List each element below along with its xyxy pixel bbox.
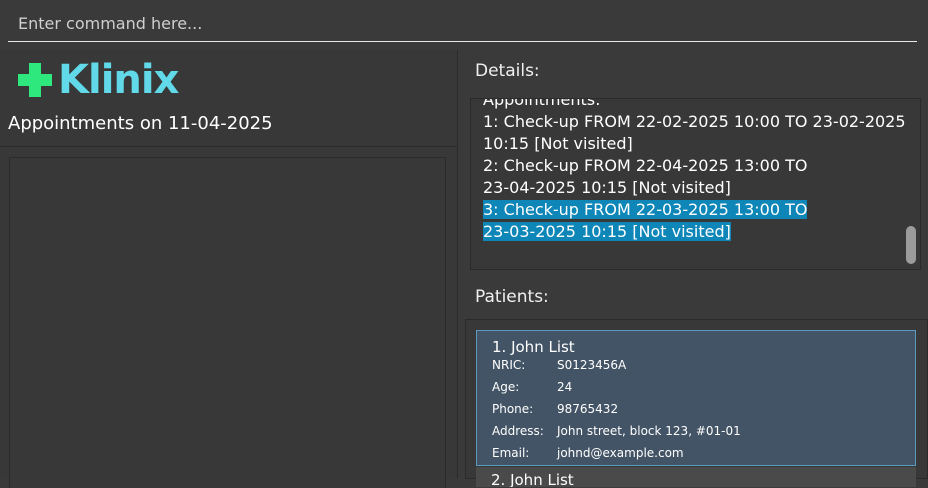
- nric-label: NRIC:: [492, 358, 526, 372]
- logo-text: Klinix: [58, 57, 179, 103]
- patient-card[interactable]: 2. John List: [476, 467, 916, 487]
- patients-label: Patients:: [475, 287, 549, 307]
- details-scrollbar[interactable]: [906, 226, 916, 264]
- details-label: Details:: [475, 61, 540, 81]
- email-value: johnd@example.com: [557, 446, 684, 460]
- selected-text: 3: Check-up FROM 22-03-2025 13:00 TO: [483, 200, 808, 219]
- age-label: Age:: [492, 380, 520, 394]
- selected-text: 23-03-2025 10:15 [Not visited]: [483, 222, 731, 241]
- appointments-title: Appointments on 11-04-2025: [8, 113, 273, 134]
- phone-label: Phone:: [492, 402, 534, 416]
- phone-value: 98765432: [557, 402, 619, 416]
- divider: [0, 146, 457, 147]
- nric-value: S0123456A: [557, 358, 627, 372]
- details-text: Appointments: 1: Check-up FROM 22-02-202…: [483, 98, 906, 243]
- details-line-selected: 3: Check-up FROM 22-03-2025 13:00 TO: [483, 199, 903, 221]
- email-label: Email:: [492, 446, 530, 460]
- address-value: John street, block 123, #01-01: [557, 424, 741, 438]
- patient-name: 2. John List: [491, 471, 574, 487]
- details-line: 10:15 [Not visited]: [483, 134, 633, 153]
- details-panel[interactable]: Appointments: 1: Check-up FROM 22-02-202…: [470, 98, 921, 270]
- details-line: Appointments:: [483, 98, 601, 109]
- patient-name: 1. John List: [492, 338, 575, 356]
- details-line-selected: 23-03-2025 10:15 [Not visited]: [483, 221, 903, 243]
- address-label: Address:: [492, 424, 544, 438]
- medical-cross-icon: [18, 63, 52, 97]
- command-bar: [0, 0, 928, 48]
- appointment-list[interactable]: [9, 157, 446, 488]
- command-input[interactable]: [8, 6, 917, 42]
- details-line: 23-04-2025 10:15 [Not visited]: [483, 178, 731, 197]
- details-line: 1: Check-up FROM 22-02-2025 10:00 TO 23-…: [483, 112, 906, 131]
- details-line: 2: Check-up FROM 22-04-2025 13:00 TO: [483, 156, 808, 175]
- patient-card[interactable]: 1. John List NRIC: S0123456A Age: 24 Pho…: [476, 330, 916, 466]
- app-logo: Klinix: [16, 57, 179, 103]
- age-value: 24: [557, 380, 573, 394]
